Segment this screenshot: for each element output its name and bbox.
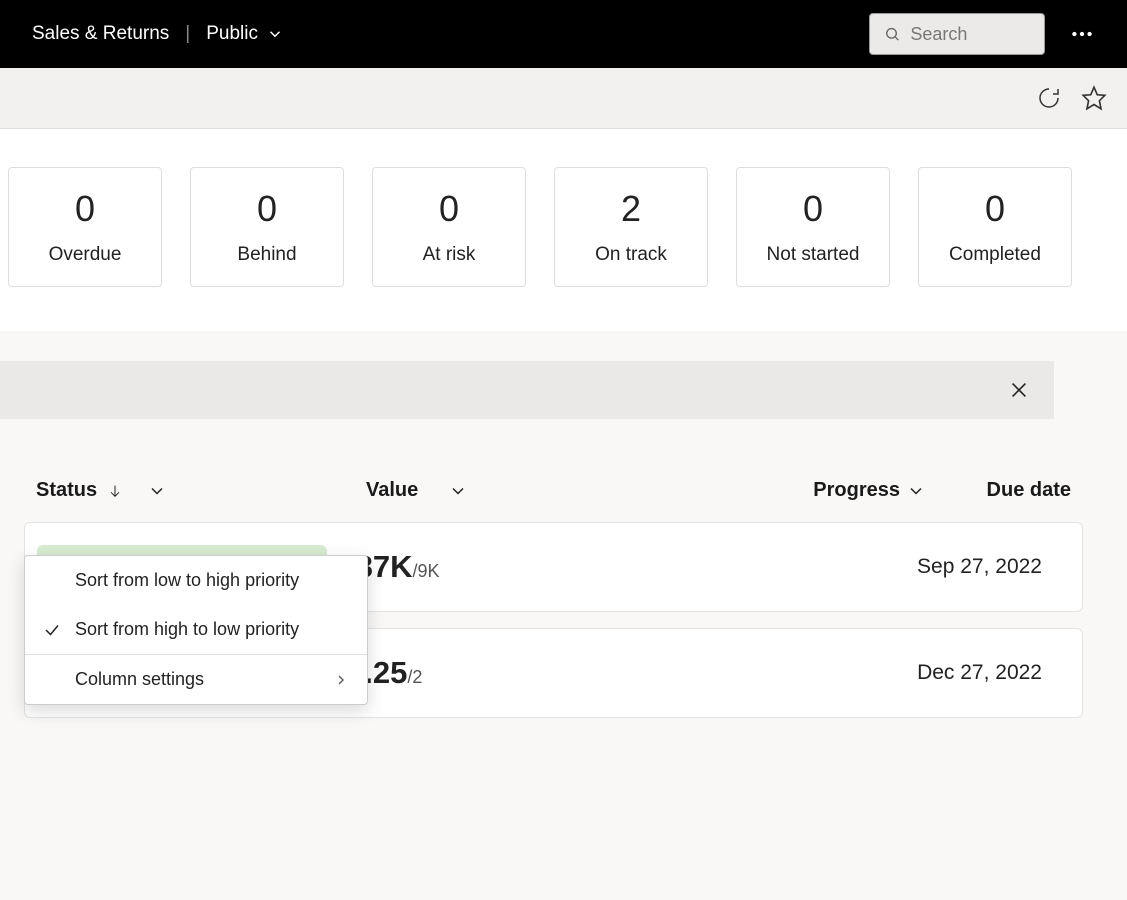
status-cards-row: 0 Overdue 0 Behind 0 At risk 2 On track … [0, 129, 1127, 331]
top-bar: Sales & Returns | Public [0, 0, 1127, 68]
page-title: Sales & Returns [32, 23, 169, 45]
chevron-right-icon [333, 672, 349, 688]
card-completed[interactable]: 0 Completed [918, 167, 1072, 287]
separator: | [185, 23, 190, 45]
card-label: At risk [423, 244, 476, 266]
chevron-down-icon [266, 25, 284, 43]
table-header-row: Status Value Progress Due date [0, 479, 1127, 522]
card-on-track[interactable]: 2 On track [554, 167, 708, 287]
chevron-down-icon [448, 481, 468, 501]
column-header-status[interactable]: Status [36, 479, 366, 502]
value-cell: .87K/9K [347, 549, 677, 585]
search-icon [884, 24, 900, 44]
card-count: 2 [621, 188, 641, 230]
card-label: On track [595, 244, 667, 266]
column-header-due[interactable]: Due date [926, 479, 1091, 502]
value-cell: 1.25/2 [347, 655, 677, 691]
card-count: 0 [439, 188, 459, 230]
check-icon [43, 621, 63, 639]
refresh-icon [1037, 86, 1061, 110]
column-label: Due date [987, 479, 1071, 501]
menu-item-sort-low-high[interactable]: Sort from low to high priority [25, 556, 367, 605]
menu-item-label: Sort from high to low priority [75, 619, 299, 640]
visibility-dropdown[interactable]: Public [206, 23, 284, 45]
card-count: 0 [75, 188, 95, 230]
column-label: Status [36, 479, 97, 502]
close-button[interactable] [1008, 379, 1030, 401]
search-box[interactable] [869, 13, 1045, 55]
column-label: Progress [813, 479, 900, 502]
chevron-down-icon [147, 481, 167, 501]
card-count: 0 [257, 188, 277, 230]
visibility-label: Public [206, 23, 258, 45]
ellipsis-icon [1069, 21, 1095, 47]
due-date-cell: Sep 27, 2022 [917, 555, 1082, 579]
menu-item-sort-high-low[interactable]: Sort from high to low priority [25, 605, 367, 654]
card-overdue[interactable]: 0 Overdue [8, 167, 162, 287]
card-label: Overdue [49, 244, 122, 266]
card-count: 0 [803, 188, 823, 230]
favorite-button[interactable] [1081, 85, 1107, 111]
card-label: Completed [949, 244, 1041, 266]
panel-header-bar [0, 361, 1054, 419]
menu-item-label: Column settings [75, 669, 204, 690]
sub-toolbar [0, 68, 1127, 129]
card-label: Not started [767, 244, 860, 266]
search-input[interactable] [910, 24, 1030, 45]
card-at-risk[interactable]: 0 At risk [372, 167, 526, 287]
sort-menu: Sort from low to high priority Sort from… [24, 555, 368, 705]
column-label: Value [366, 479, 418, 502]
close-icon [1008, 379, 1030, 401]
more-options-button[interactable] [1069, 21, 1095, 47]
chevron-down-icon [906, 481, 926, 501]
menu-item-column-settings[interactable]: Column settings [25, 655, 367, 704]
card-behind[interactable]: 0 Behind [190, 167, 344, 287]
breadcrumb: Sales & Returns | Public [32, 23, 284, 45]
refresh-button[interactable] [1037, 86, 1061, 110]
star-icon [1081, 85, 1107, 111]
topbar-actions [869, 13, 1095, 55]
arrow-down-icon [107, 483, 123, 499]
card-count: 0 [985, 188, 1005, 230]
menu-item-label: Sort from low to high priority [75, 570, 299, 591]
card-not-started[interactable]: 0 Not started [736, 167, 890, 287]
card-label: Behind [237, 244, 296, 266]
column-header-value[interactable]: Value [366, 479, 696, 502]
due-date-cell: Dec 27, 2022 [917, 661, 1082, 685]
column-header-progress[interactable]: Progress [696, 479, 926, 502]
